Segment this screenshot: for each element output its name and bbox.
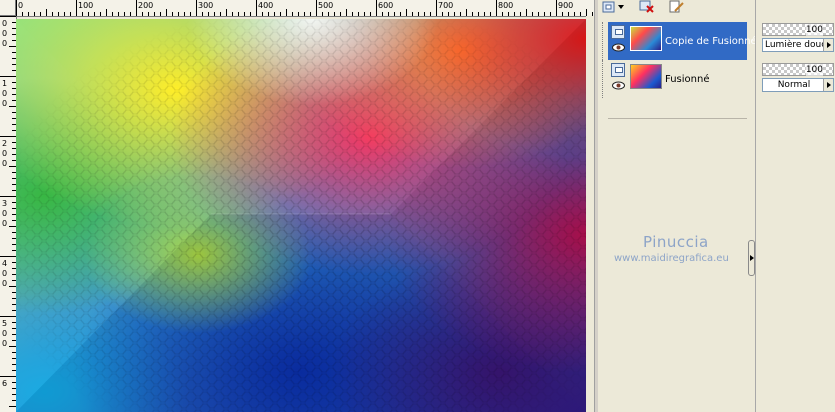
visibility-eye-icon[interactable] [612,43,625,52]
vertical-ruler: 0 0 0 1 0 0 2 0 0 3 0 0 4 0 0 5 0 0 6 [0,16,17,412]
ruler-label: 5 [2,319,8,328]
ruler-label: 0 [2,209,8,218]
dropdown-arrow-icon[interactable] [823,79,833,91]
ruler-label: 0 [2,329,8,338]
ruler-label: 0 [2,39,8,48]
ruler-label: 0 [2,219,8,228]
blend-mode-select[interactable]: Normal [762,78,834,92]
layers-toolbar [598,0,755,16]
watermark-name: Pinuccia [643,233,709,251]
collapse-handle[interactable] [748,240,755,276]
horizontal-ruler: 0 100 200 300 400 500 600 700 800 900 [16,0,594,17]
ruler-corner [0,0,16,16]
ruler-label: 0 [2,29,8,38]
layer-properties-column: 100 Lumière douce 100 Normal [761,0,835,412]
raster-layer-icon [611,25,625,39]
layers-palette: Copie de Fusionné Fusionné Pinuccia www.… [598,0,757,412]
ruler-label: 800 [498,1,514,10]
watermark-url: www.maidiregrafica.eu [614,253,729,264]
ruler-label: 6 [2,379,8,388]
opacity-field[interactable]: 100 [762,23,834,36]
ruler-label: 0 [2,159,8,168]
ruler-label: 3 [2,199,8,208]
image-canvas[interactable] [16,19,586,412]
opacity-value: 100 [805,24,823,36]
ruler-label: 600 [378,1,394,10]
layer-list: Copie de Fusionné Fusionné [598,20,757,412]
layer-row-fusionne[interactable]: Fusionné [602,60,747,98]
dropdown-arrow-icon[interactable] [823,39,833,51]
ruler-label: 0 [2,99,8,108]
tree-line [602,60,604,98]
edit-layer-icon[interactable] [668,0,686,14]
delete-layer-icon[interactable] [638,0,656,14]
ruler-label: 4 [2,259,8,268]
canvas-vertical-scrollbar[interactable] [586,16,594,412]
raster-layer-icon [611,63,625,77]
ruler-label: 1 [2,79,8,88]
divider [608,118,747,119]
ruler-label: 500 [318,1,334,10]
ruler-label: 0 [2,149,8,158]
ruler-label: 0 [2,279,8,288]
ruler-label: 0 [18,1,24,10]
layer-name: Copie de Fusionné [665,36,757,47]
dropdown-arrow-icon[interactable] [616,0,626,14]
ruler-label: 700 [438,1,454,10]
blend-mode-value: Lumière douce [765,40,832,50]
ruler-label: 100 [78,1,94,10]
ruler-label: 0 [2,339,8,348]
ruler-label: 300 [198,1,214,10]
layer-name: Fusionné [665,74,710,85]
canvas-pane: 0 100 200 300 400 500 600 700 800 900 0 … [0,0,594,412]
blend-mode-select[interactable]: Lumière douce [762,38,834,52]
ruler-label: 400 [258,1,274,10]
layer-row-copie-de-fusionne[interactable]: Copie de Fusionné [602,22,757,60]
visibility-eye-icon[interactable] [612,81,625,90]
blend-mode-value: Normal [777,80,811,90]
ruler-label: 200 [138,1,154,10]
layer-thumbnail [630,26,662,51]
tree-line [602,22,604,60]
gradient-artwork [16,19,586,412]
opacity-value: 100 [805,64,823,76]
ruler-label: 0 [2,19,8,28]
ruler-label: 0 [2,269,8,278]
layer-thumbnail [630,64,662,89]
ruler-label: 0 [2,89,8,98]
layer-properties-copie-de-fusionne: 100 Lumière douce [762,21,835,61]
opacity-field[interactable]: 100 [762,63,834,76]
ruler-label: 900 [558,1,574,10]
layer-properties-fusionne: 100 Normal [762,61,835,101]
ruler-label: 2 [2,139,8,148]
